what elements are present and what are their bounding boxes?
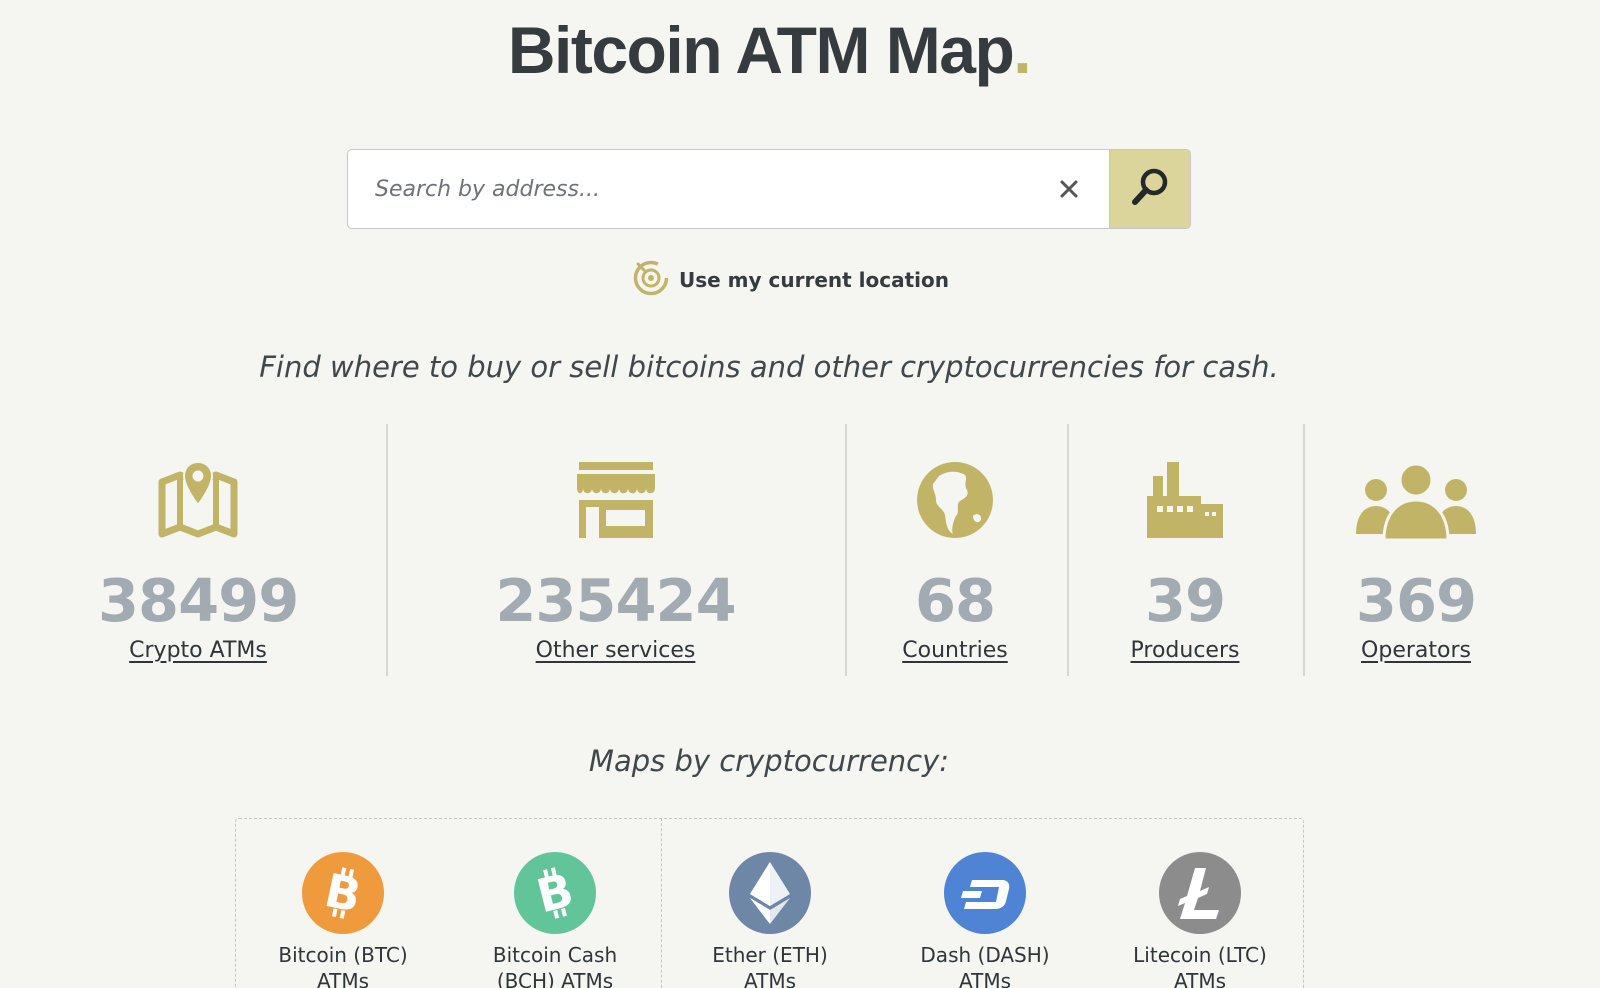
bitcoin-icon: B — [302, 852, 384, 934]
other-services-link[interactable]: Other services — [488, 638, 743, 663]
ether-atms-link[interactable]: Ether (ETH) ATMs — [670, 852, 870, 988]
dash-icon — [944, 852, 1026, 934]
search-icon — [1128, 165, 1172, 214]
use-current-location-label: Use my current location — [679, 268, 949, 292]
countries-link[interactable]: Countries — [880, 638, 1030, 663]
stat-operators: 369 Operators — [1341, 424, 1491, 676]
maps-section-title: Maps by cryptocurrency: — [588, 744, 950, 778]
people-icon — [1356, 460, 1476, 545]
coin-label: Ether (ETH) ATMs — [712, 943, 828, 988]
stat-countries: 68 Countries — [880, 424, 1030, 676]
stat-value: 235424 — [495, 566, 736, 635]
stat-value: 68 — [914, 566, 996, 635]
globe-icon — [915, 460, 995, 545]
bitcoin-cash-icon: B — [514, 852, 596, 934]
divider — [661, 818, 662, 988]
coin-label: Bitcoin Cash (BCH) ATMs — [492, 943, 618, 988]
coin-label: Dash (DASH) ATMs — [920, 943, 1050, 988]
stats-row: 38499 Crypto ATMs 235424 Other services … — [0, 424, 1600, 676]
producers-link[interactable]: Producers — [1110, 638, 1260, 663]
stat-value: 369 — [1355, 566, 1477, 635]
logo-text: Bitcoin ATM Map — [507, 13, 1015, 87]
use-current-location-button[interactable]: Use my current location — [632, 260, 949, 300]
dash-atms-link[interactable]: Dash (DASH) ATMs — [885, 852, 1085, 988]
map-pin-icon — [158, 460, 238, 545]
storefront-icon — [575, 460, 657, 545]
search-field — [347, 149, 1109, 229]
operators-link[interactable]: Operators — [1341, 638, 1491, 663]
search-bar — [347, 149, 1191, 229]
divider — [845, 424, 847, 676]
coin-label: Litecoin (LTC) ATMs — [1133, 943, 1267, 988]
logo-dot: . — [1013, 13, 1031, 87]
tagline: Find where to buy or sell bitcoins and o… — [259, 350, 1279, 384]
stat-other-services: 235424 Other services — [488, 424, 743, 676]
bitcoin-cash-atms-link[interactable]: B Bitcoin Cash (BCH) ATMs — [455, 852, 655, 988]
divider — [386, 424, 388, 676]
stat-producers: 39 Producers — [1110, 424, 1260, 676]
close-icon[interactable] — [1055, 175, 1083, 203]
bitcoin-atms-link[interactable]: B Bitcoin (BTC) ATMs — [243, 852, 443, 988]
site-logo[interactable]: Bitcoin ATM Map. — [0, 12, 1538, 88]
crypto-atms-link[interactable]: Crypto ATMs — [98, 638, 298, 663]
litecoin-atms-link[interactable]: Litecoin (LTC) ATMs — [1100, 852, 1300, 988]
divider — [1067, 424, 1069, 676]
coin-label: Bitcoin (BTC) ATMs — [278, 943, 408, 988]
stat-value: 39 — [1144, 566, 1226, 635]
litecoin-icon — [1159, 852, 1241, 934]
factory-icon — [1145, 460, 1225, 545]
stat-value: 38499 — [98, 566, 299, 635]
search-button[interactable] — [1109, 149, 1191, 229]
locate-icon — [632, 259, 670, 302]
search-input[interactable] — [348, 150, 1109, 228]
ethereum-icon — [729, 852, 811, 934]
stat-crypto-atms: 38499 Crypto ATMs — [98, 424, 299, 676]
divider — [1303, 424, 1305, 676]
